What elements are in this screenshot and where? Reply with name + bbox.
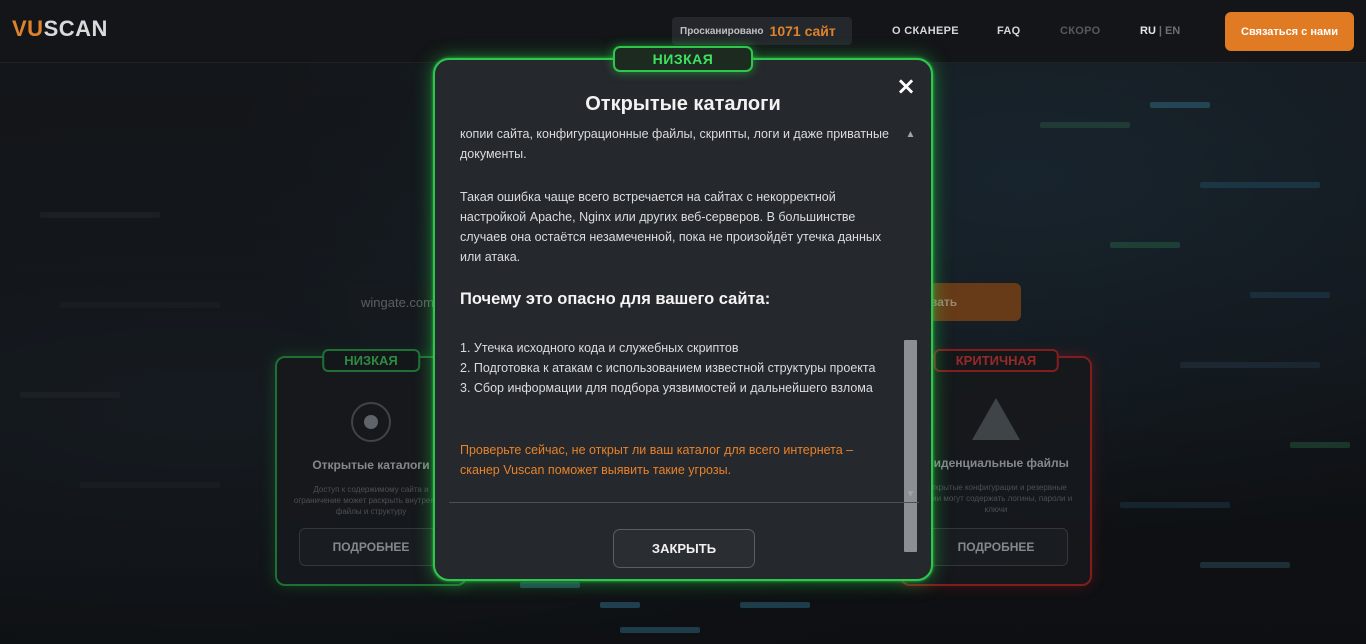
lang-ru[interactable]: RU	[1140, 25, 1156, 37]
modal-title: Открытые каталоги	[585, 93, 781, 115]
lang-en[interactable]: EN	[1165, 25, 1180, 37]
scrollbar-thumb[interactable]	[904, 340, 917, 552]
scrollbar[interactable]: ▲ ▼	[903, 128, 918, 552]
contact-button[interactable]: Связаться с нами	[1225, 12, 1354, 51]
scroll-down-icon[interactable]: ▼	[903, 488, 918, 502]
paragraph: копии сайта, конфигурационные файлы, скр…	[460, 127, 889, 161]
language-switcher: RU | EN	[1140, 25, 1180, 37]
nav-faq[interactable]: FAQ	[997, 25, 1021, 37]
nav-about[interactable]: О СКАНЕРЕ	[892, 25, 959, 37]
scanned-label: Просканировано	[680, 25, 764, 37]
list-item: 2. Подготовка к атакам с использованием …	[460, 361, 876, 375]
logo-accent: VU	[12, 16, 44, 41]
list-item: 3. Сбор информации для подбора уязвимост…	[460, 381, 873, 395]
modal-content[interactable]: копии сайта, конфигурационные файлы, скр…	[460, 124, 905, 500]
list-item: 1. Утечка исходного кода и служебных скр…	[460, 341, 739, 355]
divider	[449, 502, 919, 503]
logo-rest: SCAN	[43, 16, 108, 41]
close-button[interactable]: ЗАКРЫТЬ	[613, 529, 755, 568]
paragraph: Такая ошибка чаще всего встречается на с…	[460, 190, 882, 264]
section-heading: Почему это опасно для вашего сайта:	[460, 290, 771, 308]
call-to-action-text: Проверьте сейчас, не открыт ли ваш катал…	[460, 443, 854, 477]
nav-soon: СКОРО	[1060, 25, 1101, 37]
scanned-counter: Просканировано 1071 сайт	[672, 17, 852, 45]
vulnerability-modal: НИЗКАЯ × Открытые каталоги копии сайта, …	[433, 46, 933, 581]
scroll-up-icon[interactable]: ▲	[903, 128, 918, 142]
severity-badge: НИЗКАЯ	[613, 46, 753, 72]
logo[interactable]: VUSCAN	[12, 16, 108, 42]
lang-separator: |	[1158, 25, 1162, 37]
scanned-count: 1071 сайт	[769, 23, 836, 39]
risk-list: 1. Утечка исходного кода и служебных скр…	[460, 338, 900, 398]
